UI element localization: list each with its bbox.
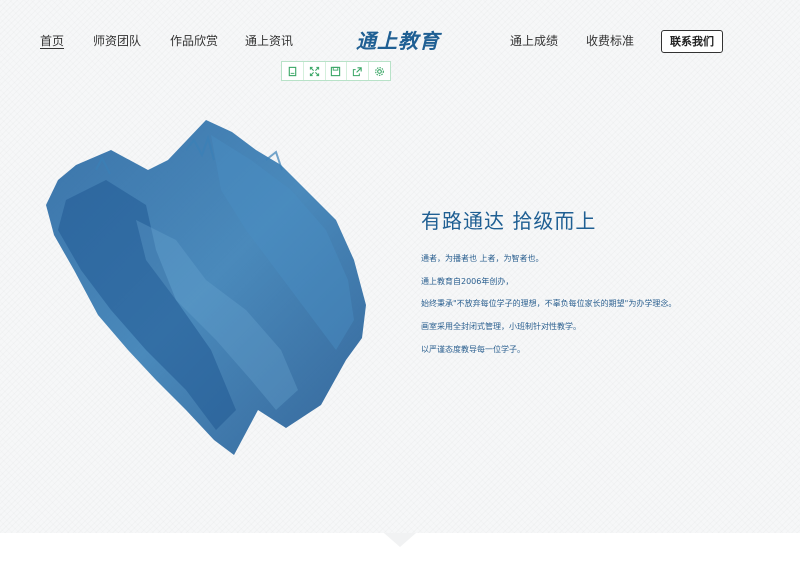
hero-paragraph-2: 通上教育自2006年创办， bbox=[421, 277, 514, 286]
expand-icon[interactable] bbox=[304, 62, 326, 80]
save-icon[interactable] bbox=[326, 62, 348, 80]
share-icon[interactable] bbox=[347, 62, 370, 80]
nav-fees[interactable]: 收费标准 bbox=[586, 33, 634, 49]
hero-headline: 有路通达 拾级而上 bbox=[421, 209, 597, 233]
ink-brush-illustration bbox=[46, 120, 366, 455]
hero-paragraph-5: 以严谨态度教导每一位学子。 bbox=[421, 345, 525, 354]
nav-news[interactable]: 通上资讯 bbox=[245, 33, 293, 49]
section-arrow-notch bbox=[384, 533, 416, 547]
note-icon[interactable] bbox=[282, 62, 304, 80]
nav-home[interactable]: 首页 bbox=[40, 33, 64, 49]
nav-works[interactable]: 作品欣赏 bbox=[170, 33, 218, 49]
nav-teachers[interactable]: 师资团队 bbox=[93, 33, 141, 49]
contact-button[interactable]: 联系我们 bbox=[661, 30, 723, 53]
floating-toolbar bbox=[281, 61, 391, 81]
nav-results[interactable]: 通上成绩 bbox=[510, 33, 558, 49]
brand-logo[interactable]: 通上教育 bbox=[356, 26, 444, 56]
settings-icon[interactable] bbox=[369, 62, 390, 80]
hero-paragraph-1: 通者，为播者也 上者，为智者也。 bbox=[421, 254, 544, 263]
hero-paragraph-4: 画室采用全封闭式管理，小班制针对性教学。 bbox=[421, 322, 581, 331]
hero-paragraph-3: 始终秉承"不放弃每位学子的理想，不辜负每位家长的期望"为办学理念。 bbox=[421, 299, 677, 308]
page-background: 首页 师资团队 作品欣赏 通上资讯 通上成绩 收费标准 通上教育 联系我们 有路… bbox=[0, 0, 800, 585]
